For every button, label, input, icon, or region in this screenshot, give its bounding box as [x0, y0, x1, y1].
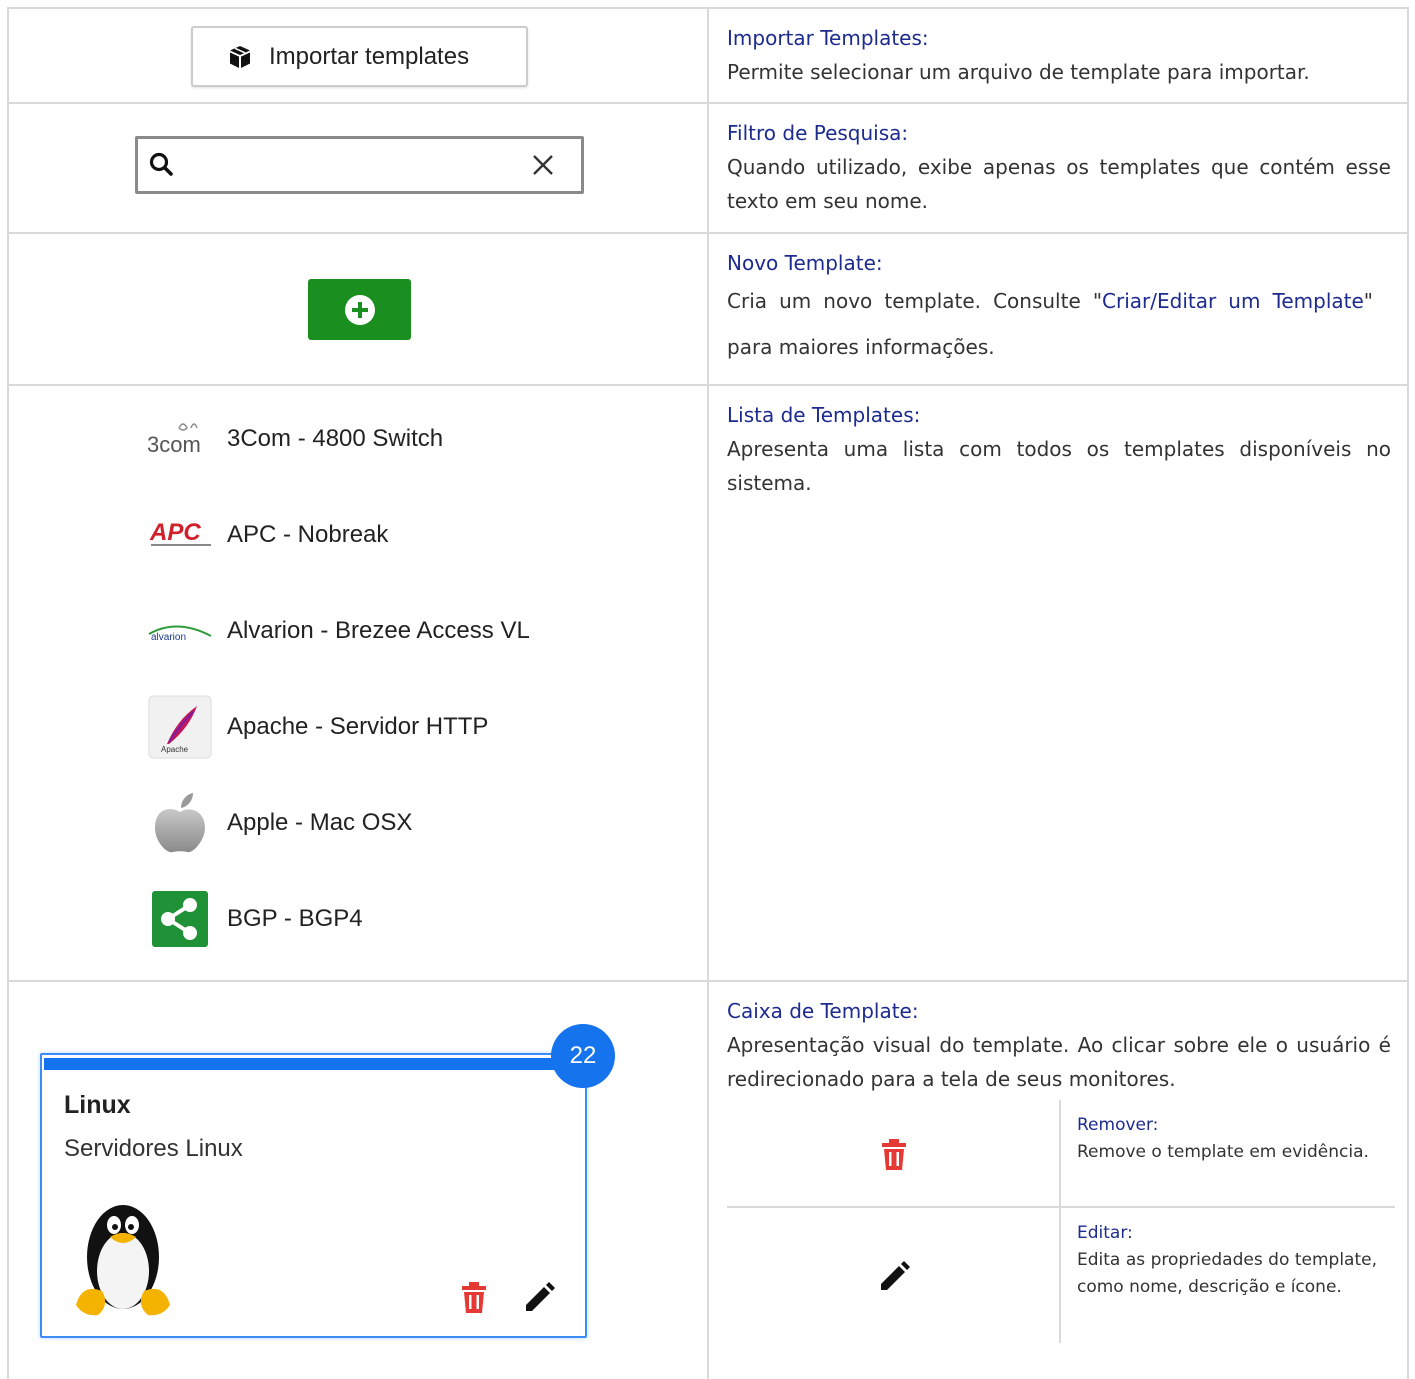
trash-icon — [882, 1139, 906, 1170]
template-list-item[interactable]: 3com 3Com - 4800 Switch — [147, 406, 627, 472]
doc-table: Importar templates Importar Templates: P… — [7, 7, 1409, 1379]
search-icon — [149, 152, 173, 176]
criar-editar-link[interactable]: Criar/Editar um Template — [1102, 289, 1364, 313]
filter-title: Filtro de Pesquisa: — [727, 121, 909, 145]
package-icon — [230, 45, 250, 68]
monitor-count-badge: 22 — [551, 1024, 615, 1088]
share-icon — [147, 886, 213, 952]
actions-table: Remover: Remove o template em evidência.… — [727, 1100, 1395, 1343]
cell-import-desc: Importar Templates: Permite selecionar u… — [711, 9, 1407, 102]
svg-text:3com: 3com — [147, 432, 201, 457]
plus-circle-icon — [344, 294, 375, 325]
cell-box-desc: Caixa de Template: Apresentação visual d… — [711, 982, 1407, 1379]
new-text: Cria um novo template. Consulte "Criar/E… — [727, 278, 1373, 370]
cell-new-desc: Novo Template: Cria um novo template. Co… — [711, 234, 1407, 384]
box-title: Caixa de Template: — [727, 999, 919, 1023]
template-name: Alvarion - Brezee Access VL — [227, 617, 530, 644]
new-title: Novo Template: — [727, 251, 883, 275]
search-input[interactable] — [182, 145, 512, 185]
box-text: Apresentação visual do template. Ao clic… — [727, 1033, 1391, 1091]
import-templates-button[interactable]: Importar templates — [191, 26, 528, 87]
action-remove-icon-cell — [727, 1100, 1061, 1206]
template-list-item[interactable]: Apache Apache - Servidor HTTP — [147, 694, 627, 760]
cell-filter-desc: Filtro de Pesquisa: Quando utilizado, ex… — [711, 104, 1407, 232]
card-title: Linux — [64, 1091, 131, 1119]
remove-title: Remover: — [1077, 1115, 1159, 1135]
template-name: BGP - BGP4 — [227, 905, 363, 932]
3com-logo-icon: 3com — [147, 406, 213, 472]
row-import: Importar templates Importar Templates: P… — [9, 9, 1407, 104]
cell-new-example — [9, 234, 709, 384]
edit-title: Editar: — [1077, 1223, 1133, 1243]
list-title: Lista de Templates: — [727, 403, 921, 427]
card-description: Servidores Linux — [64, 1135, 243, 1162]
row-filter: Filtro de Pesquisa: Quando utilizado, ex… — [9, 104, 1407, 234]
template-name: APC - Nobreak — [227, 521, 389, 548]
action-edit-desc: Editar: Edita as propriedades do templat… — [1077, 1208, 1377, 1301]
list-text: Apresenta uma lista com todos os templat… — [727, 437, 1391, 495]
alvarion-logo-icon: alvarion — [147, 598, 213, 664]
card-top-bar — [44, 1058, 564, 1070]
import-text: Permite selecionar um arquivo de templat… — [727, 60, 1310, 84]
edit-icon[interactable] — [522, 1281, 556, 1315]
template-list-item[interactable]: APC APC - Nobreak — [147, 502, 627, 568]
row-list: 3com 3Com - 4800 Switch APC APC - Nobrea… — [9, 386, 1407, 982]
template-name: Apple - Mac OSX — [227, 809, 413, 836]
search-field[interactable] — [135, 136, 584, 194]
new-text-before: Cria um novo template. Consulte " — [727, 289, 1103, 313]
row-new: Novo Template: Cria um novo template. Co… — [9, 234, 1407, 386]
action-row-edit: Editar: Edita as propriedades do templat… — [727, 1208, 1395, 1343]
template-list-item[interactable]: BGP - BGP4 — [147, 886, 627, 952]
template-list-item[interactable]: Apple - Mac OSX — [147, 790, 627, 856]
apache-feather-icon: Apache — [147, 694, 213, 760]
action-edit-icon-cell — [727, 1208, 1061, 1343]
new-template-button[interactable] — [308, 279, 411, 340]
pencil-icon — [881, 1261, 910, 1290]
filter-text: Quando utilizado, exibe apenas os templa… — [727, 155, 1391, 213]
import-title: Importar Templates: — [727, 26, 929, 50]
import-templates-label: Importar templates — [269, 42, 470, 70]
apple-logo-icon — [147, 790, 213, 856]
template-list-item[interactable]: alvarion Alvarion - Brezee Access VL — [147, 598, 627, 664]
tux-penguin-icon — [76, 1205, 170, 1316]
row-box: 22 Linux Servidores Linux Caixa de Templ… — [9, 982, 1407, 1379]
cell-box-example: 22 Linux Servidores Linux — [9, 982, 709, 1379]
cell-list-desc: Lista de Templates: Apresenta uma lista … — [711, 386, 1407, 980]
cell-import-example: Importar templates — [9, 9, 709, 102]
action-row-remove: Remover: Remove o template em evidência. — [727, 1100, 1395, 1208]
cell-list-example: 3com 3Com - 4800 Switch APC APC - Nobrea… — [9, 386, 709, 980]
action-remove-desc: Remover: Remove o template em evidência. — [1077, 1100, 1377, 1166]
svg-text:APC: APC — [149, 519, 201, 546]
template-name: Apache - Servidor HTTP — [227, 713, 489, 740]
template-name: 3Com - 4800 Switch — [227, 425, 444, 452]
cell-filter-example — [9, 104, 709, 232]
clear-icon[interactable] — [531, 153, 555, 177]
template-card[interactable]: 22 Linux Servidores Linux — [40, 1024, 615, 1338]
remove-text: Remove o template em evidência. — [1077, 1142, 1369, 1162]
delete-icon[interactable] — [460, 1281, 488, 1315]
svg-text:Apache: Apache — [161, 745, 189, 754]
svg-text:alvarion: alvarion — [151, 632, 186, 643]
edit-text: Edita as propriedades do template, como … — [1077, 1250, 1377, 1297]
apc-logo-icon: APC — [147, 502, 213, 568]
